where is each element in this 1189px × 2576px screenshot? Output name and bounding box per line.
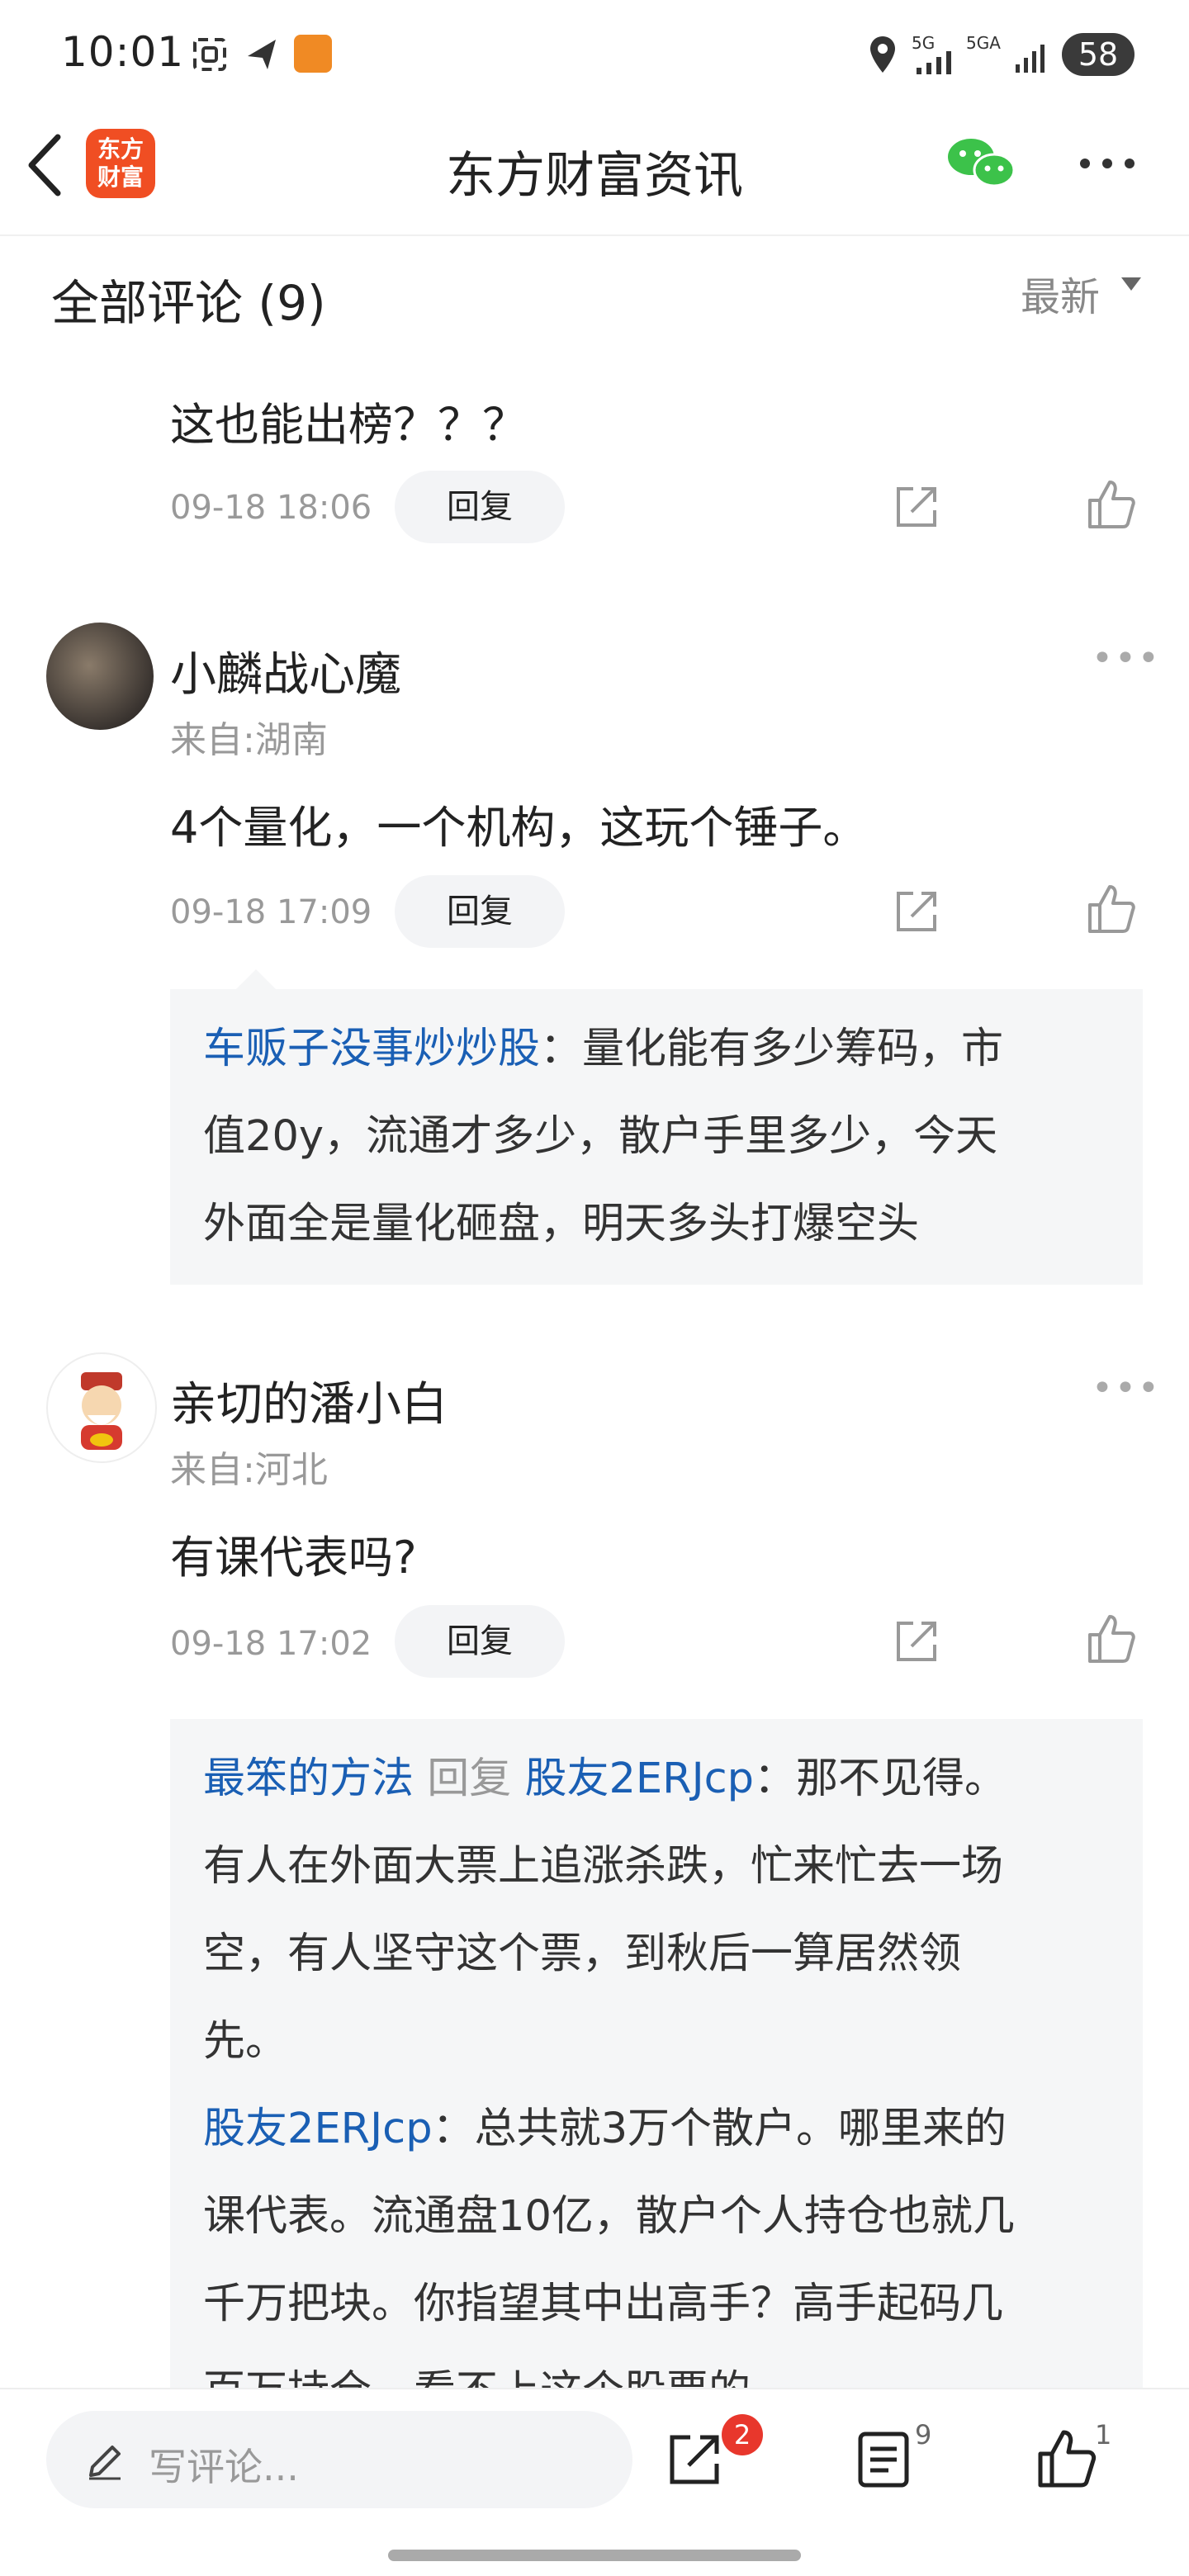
reply-text-line: 量化能有多少筹码，市: [582, 1025, 1004, 1073]
reply-item[interactable]: 车贩子没事炒炒股：量化能有多少筹码，市 值20y，流通才多少，散户手里多少，今天…: [203, 1006, 1110, 1268]
home-indicator[interactable]: [388, 2550, 801, 2561]
status-bar: 10:01 5G 5GA 58: [0, 0, 1189, 112]
avatar[interactable]: [46, 623, 154, 730]
status-time: 10:01: [61, 28, 185, 76]
app-notification-icon: [294, 35, 332, 73]
comment-text: 这也能出榜？？？: [170, 399, 527, 451]
wechat-icon[interactable]: [946, 135, 1016, 190]
reply-author[interactable]: 股友2ERJcp: [203, 2105, 433, 2153]
comment-time: 09-18 17:09: [170, 893, 372, 931]
network-type-2: 5GA: [966, 33, 1001, 53]
reply-thread: 车贩子没事炒炒股：量化能有多少筹码，市 值20y，流通才多少，散户手里多少，今天…: [170, 969, 1143, 1285]
share-count-badge: 2: [722, 2414, 763, 2455]
reply-button[interactable]: 回复: [395, 1605, 565, 1678]
back-icon[interactable]: [25, 132, 66, 198]
reply-word: 回复: [427, 1754, 512, 1803]
reply-item[interactable]: 最笨的方法 回复 股友2ERJcp：那不见得。 有人在外面大票上追涨杀跌，忙来忙…: [203, 1735, 1110, 2086]
reply-button[interactable]: 回复: [395, 875, 565, 948]
comment-time: 09-18 17:02: [170, 1625, 372, 1663]
reply-text-line: 值20y，流通才多少，散户手里多少，今天: [203, 1112, 998, 1161]
reply-item[interactable]: 股友2ERJcp：总共就3万个散户。哪里来的 课代表。流通盘10亿，散户个人持仓…: [203, 2086, 1110, 2396]
comment-more-icon[interactable]: •••: [1092, 1367, 1161, 1409]
pencil-icon: [89, 2446, 121, 2480]
send-icon: [248, 40, 276, 69]
reply-text-line: 总共就3万个散户。哪里来的: [474, 2105, 1007, 2153]
comment-text: 4个量化，一个机构，这玩个锤子。: [170, 802, 868, 854]
reply-author[interactable]: 车贩子没事炒炒股: [203, 1025, 540, 1073]
like-icon[interactable]: [1087, 1613, 1136, 1664]
page-title: 东方财富资讯: [446, 147, 743, 205]
signal-icon-1: [917, 51, 951, 74]
likes-count: 1: [1095, 2419, 1112, 2451]
sort-dropdown[interactable]: 最新: [1021, 264, 1100, 322]
more-icon[interactable]: [1078, 155, 1136, 172]
comment-time: 09-18 18:06: [170, 489, 372, 527]
comment-more-icon[interactable]: •••: [1092, 637, 1161, 680]
reply-button[interactable]: 回复: [395, 471, 565, 543]
like-icon[interactable]: [1087, 479, 1136, 530]
screenshot-icon: [193, 38, 226, 71]
battery-indicator: 58: [1062, 33, 1135, 76]
comments-section-title: 全部评论 (9): [51, 275, 326, 331]
share-icon[interactable]: [666, 2431, 723, 2488]
signal-icon-2: [1016, 45, 1045, 73]
sort-caret-icon[interactable]: [1120, 276, 1143, 292]
reply-text-line: 外面全是量化砸盘，明天多头打爆空头: [203, 1200, 920, 1248]
like-icon[interactable]: [1087, 883, 1136, 935]
reply-text-line: 有人在外面大票上追涨杀跌，忙来忙去一场: [203, 1842, 1004, 1891]
comment-input-placeholder[interactable]: 写评论...: [149, 2437, 299, 2492]
logo-line-1: 东方: [97, 135, 144, 163]
avatar[interactable]: [46, 1352, 157, 1463]
comment-origin: 来自:河北: [170, 1449, 328, 1491]
reply-text-line: 空，有人坚守这个票，到秋后一算居然领: [203, 1930, 962, 1978]
comment-origin: 来自:湖南: [170, 719, 328, 761]
reply-target[interactable]: 股友2ERJcp: [524, 1754, 754, 1803]
share-icon[interactable]: [892, 482, 941, 532]
comments-list-icon[interactable]: [855, 2429, 912, 2490]
share-icon[interactable]: [892, 887, 941, 936]
comment-text: 有课代表吗?: [170, 1532, 417, 1584]
reply-separator: ：: [754, 1754, 797, 1803]
location-icon: [870, 36, 895, 73]
comment-username[interactable]: 亲切的潘小白: [170, 1367, 448, 1434]
caishen-avatar-icon: [81, 1372, 122, 1450]
share-icon[interactable]: [892, 1617, 941, 1666]
reply-author[interactable]: 最笨的方法: [203, 1754, 414, 1803]
comment-username[interactable]: 小麟战心魔: [170, 637, 401, 704]
reply-separator: ：: [540, 1025, 583, 1073]
reply-text-line: 课代表。流通盘10亿，散户个人持仓也就几: [203, 2192, 1015, 2241]
reply-separator: ：: [432, 2105, 475, 2153]
reply-text-line: 那不见得。: [796, 1754, 1007, 1803]
comment-input[interactable]: [46, 2411, 632, 2508]
logo-line-2: 财富: [97, 163, 144, 191]
reply-text-line: 千万把块。你指望其中出高手？高手起码几: [203, 2280, 1004, 2328]
reply-text-line: 先。: [203, 2017, 288, 2066]
like-icon[interactable]: [1035, 2427, 1098, 2490]
reply-thread: 最笨的方法 回复 股友2ERJcp：那不见得。 有人在外面大票上追涨杀跌，忙来忙…: [170, 1719, 1143, 2396]
app-logo: 东方 财富: [86, 129, 155, 198]
comments-count: 9: [915, 2419, 932, 2451]
